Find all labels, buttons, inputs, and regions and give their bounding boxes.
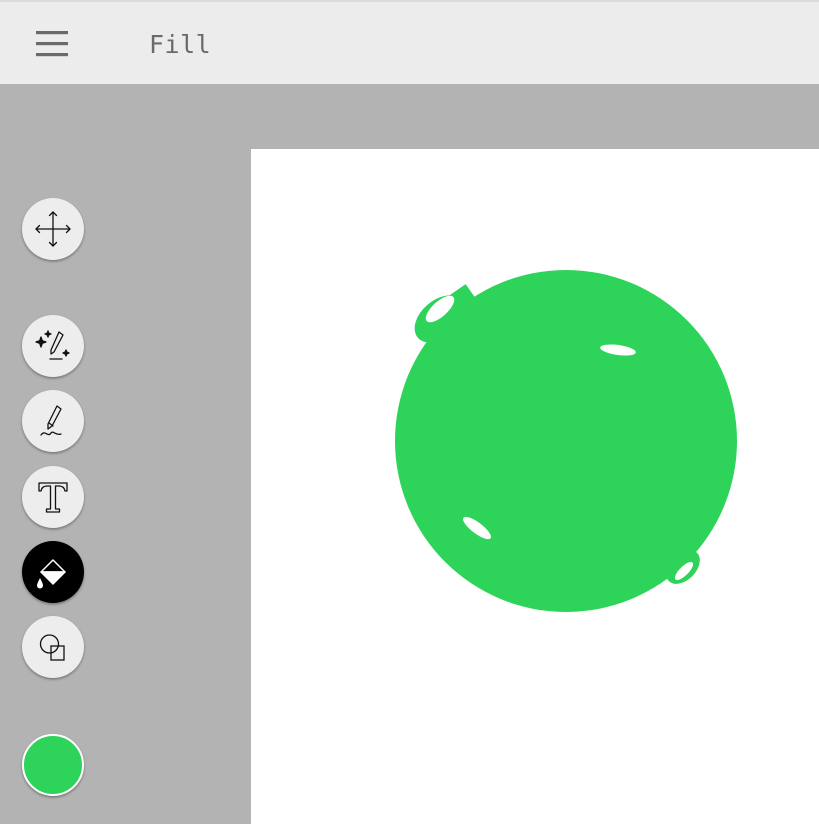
draw-tool-button[interactable] <box>22 390 84 452</box>
hamburger-menu-icon <box>36 31 68 57</box>
menu-button[interactable] <box>30 26 72 62</box>
text-icon <box>38 482 68 513</box>
move-arrows-icon <box>35 211 71 247</box>
shapes-icon <box>39 634 65 661</box>
green-ornament-ball <box>395 270 737 612</box>
current-color-swatch[interactable] <box>22 734 84 796</box>
paint-bucket-icon <box>37 559 66 589</box>
fill-tool-button[interactable] <box>22 541 84 603</box>
shapes-tool-button[interactable] <box>22 616 84 678</box>
top-bar: Fill <box>0 0 819 84</box>
move-tool-button[interactable] <box>22 198 84 260</box>
sparkle-pen-icon <box>35 330 70 360</box>
tool-title: Fill <box>149 30 212 59</box>
drawing-canvas[interactable] <box>251 149 819 824</box>
canvas-drawing <box>395 270 737 612</box>
magic-draw-tool-button[interactable] <box>22 315 84 377</box>
pencil-icon <box>40 405 62 436</box>
text-tool-button[interactable] <box>22 466 84 528</box>
